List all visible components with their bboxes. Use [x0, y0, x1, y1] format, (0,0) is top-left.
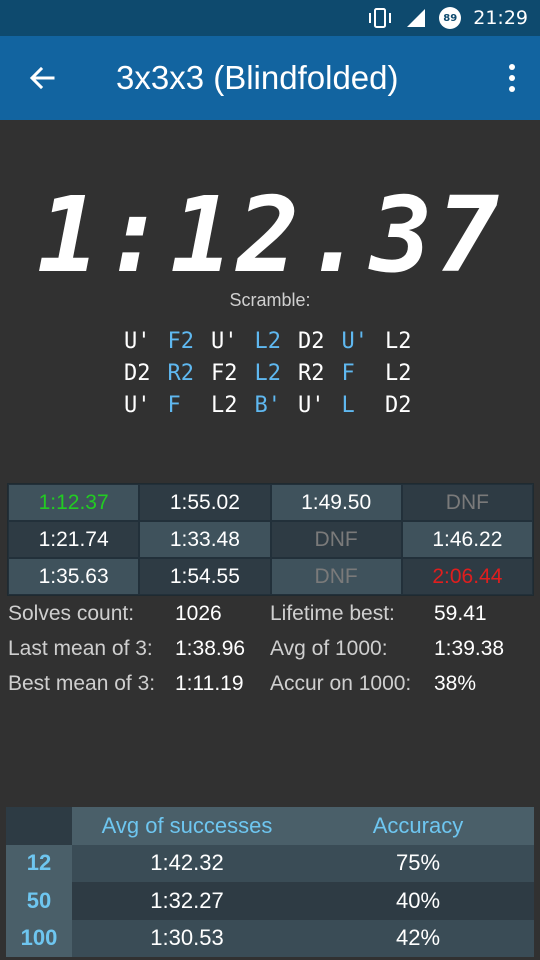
scramble-move: U' — [298, 393, 325, 418]
signal-icon — [407, 9, 426, 27]
scramble-move: L2 — [385, 329, 412, 354]
scramble-sequence: U' F2 U' L2 D2 U' L2 D2 R2 F2 L2 R2 F L2 U' F L2 B' U' L D2 — [124, 326, 429, 422]
result-cell[interactable]: 1:35.63 — [8, 558, 140, 595]
result-cell[interactable]: DNF — [270, 521, 402, 558]
scramble-move: L2 — [254, 329, 282, 354]
stats-panel: Solves count: 1026 Lifetime best: 59.41 … — [8, 598, 538, 703]
scramble-move: U' — [124, 393, 151, 418]
page-title: 3x3x3 (Blindfolded) — [116, 59, 399, 96]
stat-row: Last mean of 3: 1:38.96 Avg of 1000: 1:3… — [8, 633, 538, 668]
menu-dot-icon — [509, 64, 515, 70]
row-count: 100 — [6, 919, 72, 957]
scramble-move: L2 — [211, 393, 238, 418]
table-header-accuracy: Accuracy — [302, 807, 534, 845]
best-mean-value: 1:11.19 — [175, 672, 244, 695]
scramble-label: Scramble: — [229, 290, 311, 310]
solves-count-value: 1026 — [175, 602, 222, 625]
stat-row: Best mean of 3: 1:11.19 Accur on 1000: 3… — [8, 668, 538, 703]
arrow-back-icon — [29, 66, 55, 90]
results-grid: 1:12.37 1:55.02 1:49.50 DNF 1:21.74 1:33.48 DN… — [7, 483, 534, 596]
result-cell[interactable]: DNF — [401, 484, 533, 521]
best-mean-label: Best mean of 3: — [8, 672, 156, 695]
result-cell[interactable]: 1:49.50 — [270, 484, 402, 521]
table-header-corner — [6, 807, 72, 845]
row-accuracy: 75% — [395, 850, 441, 876]
result-cell[interactable]: 1:55.02 — [139, 484, 271, 521]
summary-table: Avg of successes Accuracy 12 1:42.32 75%… — [6, 807, 534, 957]
scramble-move: U' — [124, 329, 151, 354]
scramble-move: R2 — [298, 361, 325, 386]
scramble-move: R2 — [167, 361, 195, 386]
scramble-row: U' F L2 B' U' L D2 — [124, 390, 429, 422]
app-bar: 3x3x3 (Blindfolded) — [0, 36, 540, 120]
overflow-menu-button[interactable] — [504, 62, 520, 94]
row-avg: 1:30.53 — [150, 925, 224, 951]
scramble-move: D2 — [124, 361, 151, 386]
status-icons: 89 21:29 — [367, 0, 528, 36]
scramble-move: B' — [254, 393, 282, 418]
table-row: 12 1:42.32 75% — [6, 844, 534, 882]
result-cell[interactable]: 1:12.37 — [8, 484, 140, 521]
row-accuracy: 40% — [395, 887, 441, 913]
result-cell[interactable]: 2:06.44 — [401, 558, 533, 595]
scramble-row: D2 R2 F2 L2 R2 F L2 — [124, 358, 429, 390]
result-cell[interactable]: 1:46.22 — [401, 521, 533, 558]
scramble-row: U' F2 U' L2 D2 U' L2 — [124, 326, 429, 358]
scramble-move: F — [341, 361, 355, 386]
result-cell[interactable]: 1:54.55 — [139, 558, 271, 595]
scramble-move: L2 — [254, 361, 282, 386]
scramble-move: D2 — [298, 329, 325, 354]
table-row: 50 1:32.27 40% — [6, 882, 534, 920]
status-bar: 89 21:29 — [0, 0, 540, 36]
row-count: 12 — [6, 844, 72, 882]
scramble-move: U' — [211, 329, 238, 354]
avg-label: Avg of 1000: — [270, 637, 388, 660]
timer-display[interactable]: 1:12.37 — [0, 180, 540, 290]
table-header-row: Avg of successes Accuracy — [6, 807, 534, 845]
row-avg: 1:42.32 — [150, 850, 224, 876]
scramble-move: F2 — [167, 329, 195, 354]
menu-dot-icon — [509, 75, 515, 81]
back-button[interactable] — [22, 58, 62, 98]
accuracy-label: Accur on 1000: — [270, 672, 412, 695]
avg-value: 1:39.38 — [434, 637, 505, 660]
row-count: 50 — [6, 882, 72, 920]
menu-dot-icon — [509, 86, 515, 92]
lifetime-best-value: 59.41 — [434, 602, 487, 625]
table-header-avg: Avg of successes — [72, 807, 302, 845]
table-row: 100 1:30.53 42% — [6, 919, 534, 957]
result-cell[interactable]: 1:33.48 — [139, 521, 271, 558]
status-time: 21:29 — [473, 7, 528, 29]
lifetime-best-label: Lifetime best: — [270, 602, 395, 625]
row-accuracy: 42% — [395, 925, 441, 951]
result-cell[interactable]: 1:21.74 — [8, 521, 140, 558]
stat-row: Solves count: 1026 Lifetime best: 59.41 — [8, 598, 538, 633]
scramble-move: F — [167, 393, 181, 418]
scramble-move: D2 — [385, 393, 412, 418]
scramble-move: L2 — [385, 361, 412, 386]
vibrate-icon — [369, 8, 392, 28]
scramble-move: U' — [341, 329, 369, 354]
battery-icon: 89 — [439, 7, 462, 29]
solves-count-label: Solves count: — [8, 602, 135, 625]
result-cell[interactable]: DNF — [270, 558, 402, 595]
scramble-move: L — [341, 393, 355, 418]
last-mean-value: 1:38.96 — [175, 637, 246, 660]
accuracy-value: 38% — [434, 672, 477, 695]
scramble-move: F2 — [211, 361, 238, 386]
row-avg: 1:32.27 — [150, 887, 224, 913]
last-mean-label: Last mean of 3: — [8, 637, 153, 660]
